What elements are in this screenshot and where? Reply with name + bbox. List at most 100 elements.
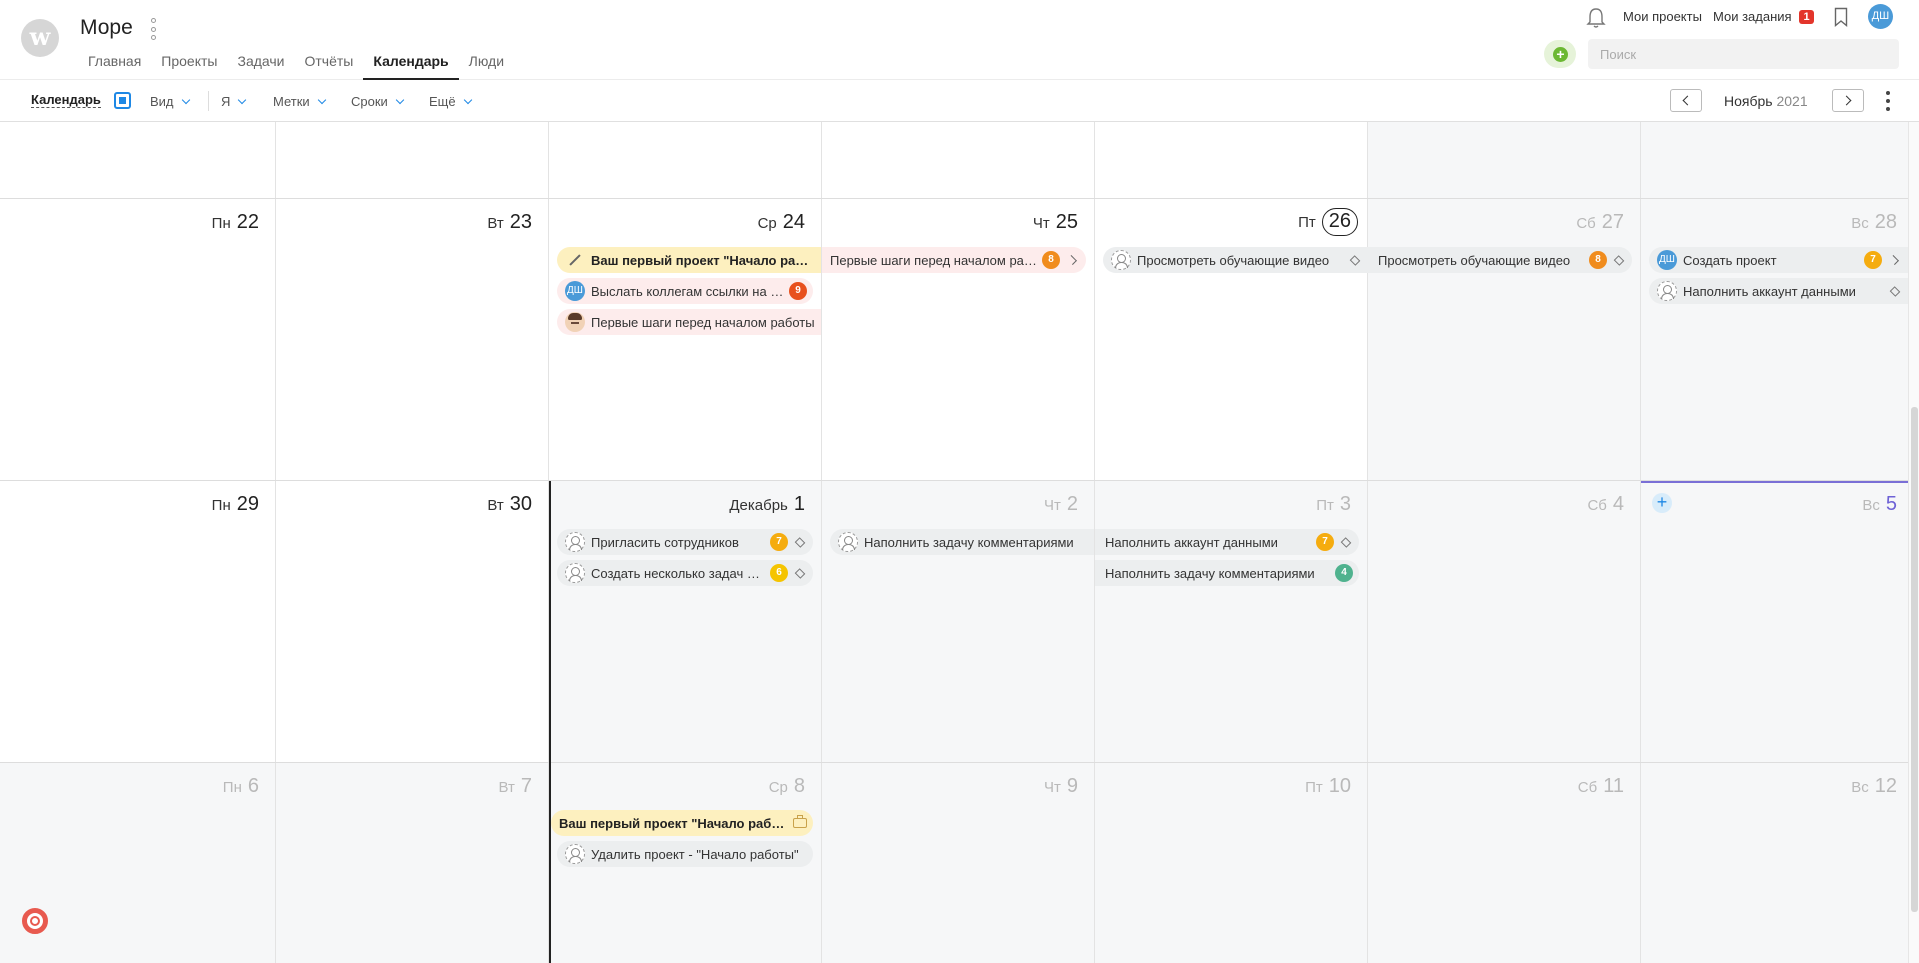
task-bar[interactable]: Ваш первый проект "Начало работы" <box>551 810 813 836</box>
today-column-marker <box>549 481 551 963</box>
nav-people[interactable]: Люди <box>459 52 514 80</box>
search-input[interactable] <box>1588 39 1899 69</box>
nav-home[interactable]: Главная <box>78 52 151 80</box>
month-year: 2021 <box>1776 93 1808 109</box>
scrollbar-thumb[interactable] <box>1911 407 1918 912</box>
project-title: Море <box>80 16 133 39</box>
milestone-diamond-icon <box>794 567 806 579</box>
bookmark-icon[interactable] <box>1834 7 1848 27</box>
comments-count-badge: 9 <box>789 282 807 300</box>
day-label: Вт 23 <box>487 211 532 233</box>
day-label: Сб 11 <box>1577 775 1624 797</box>
user-avatar[interactable]: ДШ <box>1868 4 1893 29</box>
plus-icon: + <box>1553 47 1568 62</box>
comments-count-badge: 7 <box>1316 533 1334 551</box>
current-month: Ноябрь 2021 <box>1724 93 1808 109</box>
day-label: Сб 27 <box>1576 211 1624 233</box>
task-bar[interactable]: Создать несколько задач в проекте 6 <box>557 560 813 586</box>
filter-more[interactable]: Ещё <box>429 94 471 109</box>
task-bar[interactable]: ДШ Создать проект 7 <box>1649 247 1908 273</box>
unassigned-avatar-icon <box>565 532 585 552</box>
main-nav: Главная Проекты Задачи Отчёты Календарь … <box>78 52 514 80</box>
day-label: Вс 12 <box>1851 775 1897 797</box>
filter-deadlines[interactable]: Сроки <box>351 94 403 109</box>
milestone-diamond-icon <box>1613 254 1625 266</box>
task-bar[interactable]: Первые шаги перед началом работы 8 <box>822 247 1086 273</box>
scrollbar[interactable] <box>1908 122 1919 963</box>
calendar-color-icon[interactable] <box>114 92 131 109</box>
app-header: w Море Главная Проекты Задачи Отчёты Кал… <box>0 0 1919 80</box>
day-label: Сб 4 <box>1587 493 1624 515</box>
task-bar[interactable]: Первые шаги перед началом работы <box>557 309 821 335</box>
pencil-icon <box>565 251 583 269</box>
help-lifebuoy-icon[interactable] <box>22 908 48 934</box>
nav-calendar[interactable]: Календарь <box>363 52 459 80</box>
app-logo[interactable]: w <box>21 19 59 57</box>
calendar-selector[interactable]: Календарь <box>31 93 101 108</box>
filter-view[interactable]: Вид <box>150 94 189 109</box>
notifications-bell-icon[interactable] <box>1585 6 1607 30</box>
my-projects-link[interactable]: Мои проекты <box>1623 9 1702 24</box>
task-bar[interactable]: Наполнить аккаунт данными <box>1649 278 1908 304</box>
nav-tasks[interactable]: Задачи <box>227 52 294 80</box>
day-label: Ср 8 <box>768 775 805 797</box>
chevron-left-icon <box>1682 95 1693 106</box>
day-label: Декабрь 1 <box>729 493 805 515</box>
day-label: Чт 2 <box>1044 493 1078 515</box>
project-menu-icon[interactable] <box>148 18 158 40</box>
day-label: Пн 6 <box>222 775 259 797</box>
unassigned-avatar-icon <box>565 563 585 583</box>
filter-me[interactable]: Я <box>221 94 245 109</box>
day-label: Пн 22 <box>211 211 259 233</box>
project-briefcase-icon <box>793 815 807 828</box>
unassigned-avatar-icon <box>565 844 585 864</box>
next-month-button[interactable] <box>1832 89 1864 112</box>
comments-count-badge: 4 <box>1335 564 1353 582</box>
day-label: Ср 24 <box>757 211 805 233</box>
add-task-day-button[interactable]: + <box>1652 493 1672 513</box>
chevron-right-icon <box>1889 255 1899 265</box>
nav-projects[interactable]: Проекты <box>151 52 227 80</box>
filter-tags[interactable]: Метки <box>273 94 325 109</box>
comments-count-badge: 8 <box>1042 251 1060 269</box>
task-bar[interactable]: Наполнить аккаунт данными 7 <box>1095 529 1359 555</box>
milestone-diamond-icon <box>1889 285 1901 297</box>
day-label: Вт 7 <box>498 775 532 797</box>
chevron-right-icon <box>1841 95 1852 106</box>
comments-count-badge: 6 <box>770 564 788 582</box>
more-options-icon[interactable] <box>1886 91 1892 111</box>
unassigned-avatar-icon <box>1657 281 1677 301</box>
day-label: Пт 10 <box>1305 775 1351 797</box>
my-tasks-count-badge: 1 <box>1799 10 1814 24</box>
comments-count-badge: 8 <box>1589 251 1607 269</box>
month-name: Ноябрь <box>1724 93 1773 109</box>
comments-count-badge: 7 <box>770 533 788 551</box>
calendar-grid: Пн 22 Вт 23 Ср 24 Чт 25 Пт 26 Сб 27 Вс 28 Ваш п… <box>0 122 1908 963</box>
nav-reports[interactable]: Отчёты <box>295 52 364 80</box>
comments-count-badge: 7 <box>1864 251 1882 269</box>
task-bar[interactable]: Наполнить задачу комментариями 4 <box>1095 560 1359 586</box>
my-tasks-link[interactable]: Мои задания <box>1713 9 1792 24</box>
toolbar-divider <box>208 91 209 111</box>
task-bar[interactable]: Ваш первый проект "Начало работы" <box>557 247 821 273</box>
day-label: Пт 3 <box>1316 493 1351 515</box>
task-bar[interactable]: Просмотреть обучающие видео <box>1103 247 1368 273</box>
task-bar[interactable]: Наполнить задачу комментариями <box>830 529 1094 555</box>
chevron-right-icon <box>1067 255 1077 265</box>
add-new-button[interactable]: + <box>1544 40 1576 68</box>
future-shade <box>549 481 1908 763</box>
calendar-toolbar: Календарь Вид Я Метки Сроки Ещё Ноябрь 2… <box>0 80 1919 122</box>
day-label: Чт 9 <box>1044 775 1078 797</box>
task-bar[interactable]: Удалить проект - "Начало работы" <box>557 841 813 867</box>
task-bar[interactable]: Пригласить сотрудников 7 <box>557 529 813 555</box>
prev-month-button[interactable] <box>1670 89 1702 112</box>
task-bar[interactable]: ДШ Выслать коллегам ссылки на регистраци… <box>557 278 813 304</box>
unassigned-avatar-icon <box>838 532 858 552</box>
task-bar[interactable]: Просмотреть обучающие видео 8 <box>1368 247 1632 273</box>
assignee-avatar <box>565 312 585 332</box>
day-label-today: Пт 26 <box>1298 208 1358 236</box>
day-label: Пн 29 <box>211 493 259 515</box>
assignee-avatar: ДШ <box>565 281 585 301</box>
day-label: Чт 25 <box>1032 211 1078 233</box>
weekend-shade <box>1368 199 1908 481</box>
